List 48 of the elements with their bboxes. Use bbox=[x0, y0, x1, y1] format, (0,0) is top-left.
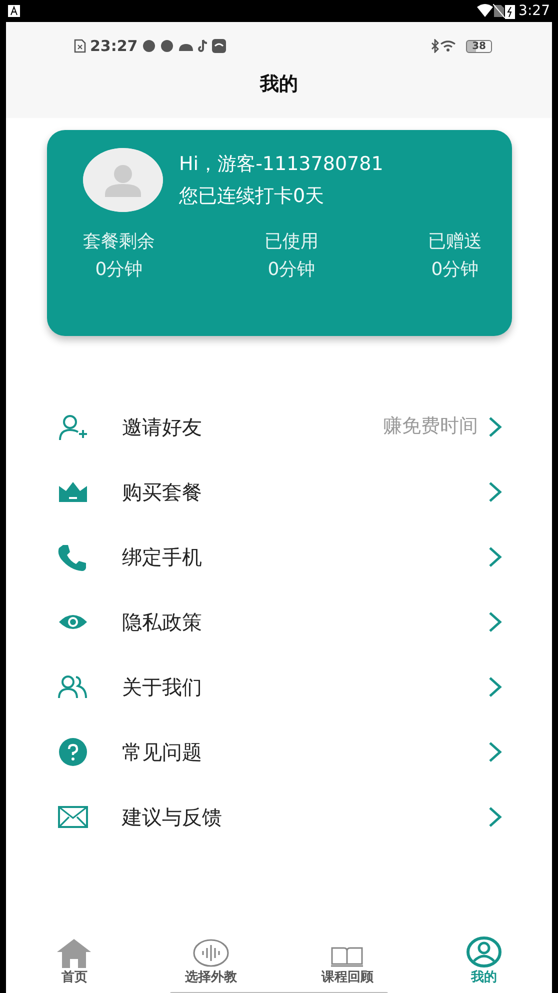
chevron-icon bbox=[488, 480, 502, 502]
menu-item[interactable]: 绑定手机 bbox=[58, 524, 502, 589]
menu-item[interactable]: 常见问题 bbox=[58, 719, 502, 784]
voice-icon bbox=[192, 938, 230, 968]
wifi-icon bbox=[476, 4, 493, 18]
tab-item[interactable]: 我的 bbox=[416, 931, 552, 993]
wifi-icon bbox=[440, 40, 458, 52]
battery-icon bbox=[504, 4, 515, 18]
greeting-text: Hi，游客-1113780781 bbox=[179, 152, 384, 177]
add-person-icon bbox=[58, 412, 88, 440]
battery-level: 38 bbox=[466, 40, 492, 52]
music-note-icon bbox=[198, 39, 208, 53]
message-icon bbox=[212, 39, 226, 53]
sim-icon bbox=[74, 39, 86, 53]
chevron-icon bbox=[488, 806, 502, 828]
avatar-icon bbox=[83, 148, 163, 212]
stat-label: 已使用 bbox=[264, 230, 318, 254]
tab-item[interactable]: 课程回顾 bbox=[279, 931, 416, 993]
tab-item[interactable]: 选择外教 bbox=[142, 931, 279, 993]
sim-icon bbox=[492, 4, 505, 18]
chevron-icon bbox=[488, 546, 502, 568]
menu-item[interactable]: 隐私政策 bbox=[58, 589, 502, 654]
page-title: 我的 bbox=[258, 72, 299, 97]
menu-item[interactable]: 建议与反馈 bbox=[58, 784, 502, 849]
phone-icon bbox=[58, 542, 88, 570]
chevron-icon bbox=[488, 676, 502, 698]
stat-value: 0分钟 bbox=[94, 258, 144, 282]
profile-icon bbox=[466, 936, 502, 968]
menu-item[interactable]: 购买套餐 bbox=[58, 459, 502, 524]
people-icon bbox=[58, 672, 88, 700]
stat-value: 0分钟 bbox=[430, 258, 480, 282]
app-icon bbox=[8, 5, 20, 17]
menu-hint: 赚免费时间 bbox=[383, 414, 478, 440]
home-icon bbox=[56, 938, 92, 968]
checkin-text: 您已连续打卡0天 bbox=[179, 184, 326, 209]
menu-item[interactable]: 关于我们 bbox=[58, 654, 502, 719]
clock-text: 23:27 bbox=[90, 36, 138, 57]
help-icon bbox=[58, 738, 88, 766]
bluetooth-icon bbox=[430, 39, 440, 53]
stat-value: 0分钟 bbox=[266, 258, 316, 282]
chevron-icon bbox=[488, 610, 502, 632]
chevron-icon bbox=[488, 740, 502, 762]
stat-label: 套餐剩余 bbox=[83, 230, 155, 254]
stat-label: 已赠送 bbox=[428, 230, 482, 254]
tab-item[interactable]: 首页 bbox=[6, 931, 142, 993]
chevron-icon bbox=[488, 416, 502, 438]
menu-item[interactable]: 邀请好友 赚免费时间 bbox=[58, 394, 502, 459]
clock-text: 3:27 bbox=[518, 2, 550, 20]
